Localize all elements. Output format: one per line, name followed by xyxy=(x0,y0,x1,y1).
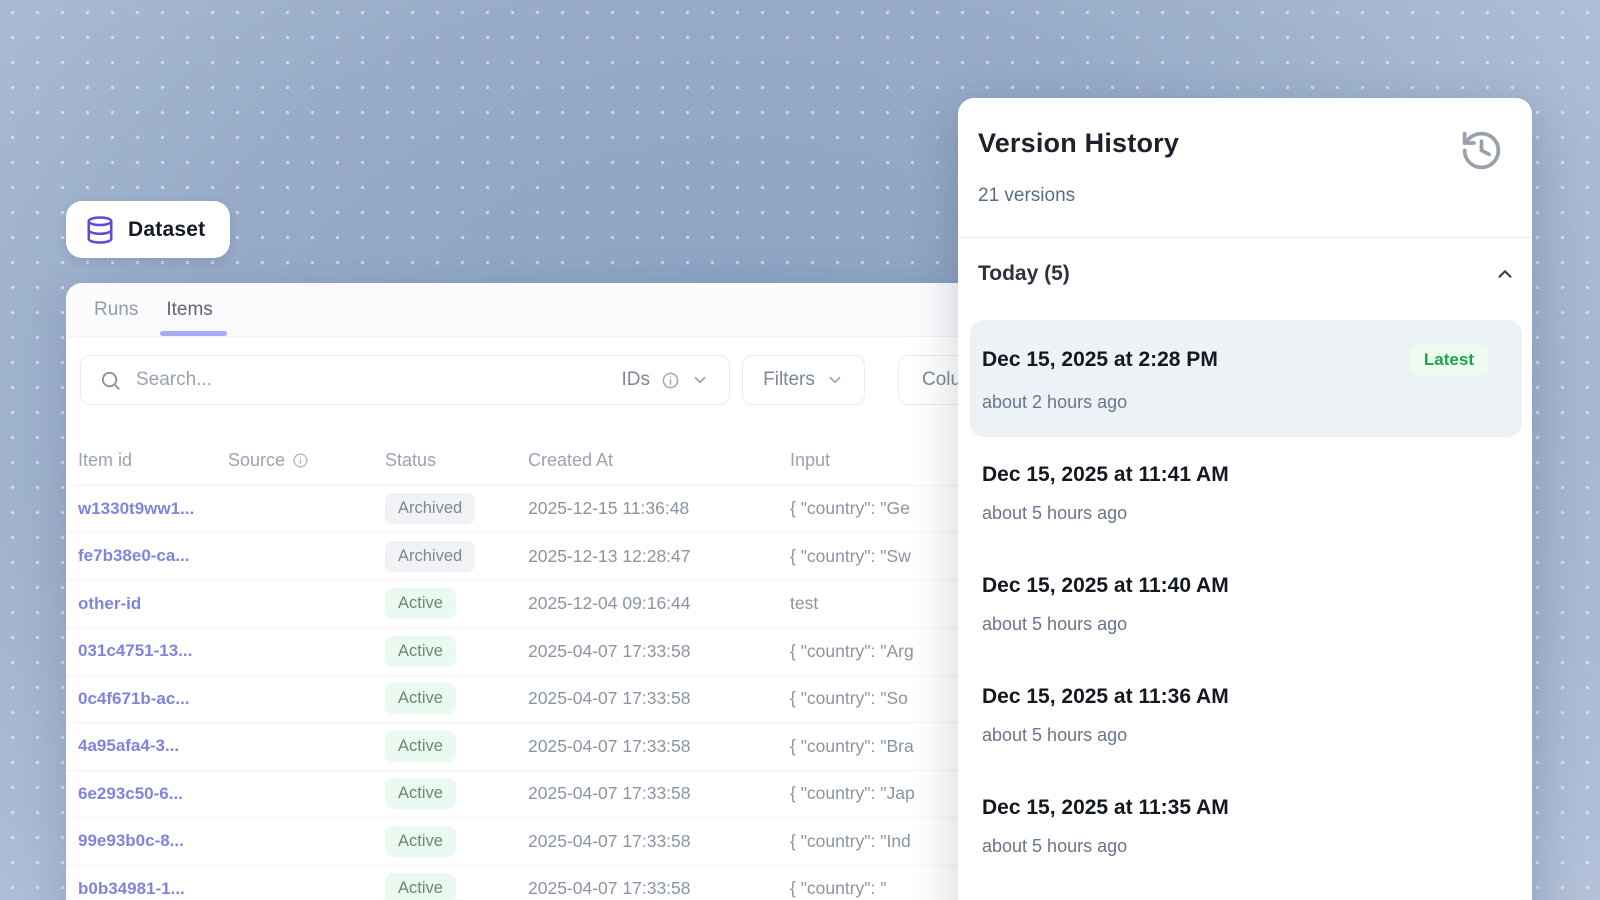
section-today-label: Today (5) xyxy=(978,262,1070,286)
chevron-down-icon xyxy=(826,371,844,389)
info-icon xyxy=(661,371,680,390)
version-date: Dec 15, 2025 at 11:35 AM xyxy=(982,796,1229,820)
created-at-cell: 2025-12-15 11:36:48 xyxy=(528,498,689,518)
item-id-link[interactable]: b0b34981-1... xyxy=(78,879,185,898)
section-today[interactable]: Today (5) xyxy=(978,262,1516,286)
version-count: 21 versions xyxy=(978,185,1504,207)
item-id-link[interactable]: 4a95afa4-3... xyxy=(78,736,179,755)
status-badge: Active xyxy=(385,778,456,809)
item-id-link[interactable]: 031c4751-13... xyxy=(78,641,192,660)
version-relative-time: about 5 hours ago xyxy=(982,614,1488,635)
filters-button[interactable]: Filters xyxy=(742,355,865,405)
ids-dropdown[interactable]: IDs xyxy=(622,369,710,391)
tab-items[interactable]: Items xyxy=(166,299,212,321)
created-at-cell: 2025-04-07 17:33:58 xyxy=(528,688,691,708)
status-badge: Archived xyxy=(385,493,475,524)
version-date: Dec 15, 2025 at 11:41 AM xyxy=(982,463,1229,487)
version-history-panel: Version History 21 versions Today (5) De… xyxy=(958,98,1532,900)
filters-label: Filters xyxy=(763,369,815,391)
status-badge: Active xyxy=(385,683,456,714)
created-at-cell: 2025-04-07 17:33:58 xyxy=(528,736,691,756)
status-badge: Active xyxy=(385,636,456,667)
database-icon xyxy=(85,215,115,245)
input-cell: { "country": "Arg xyxy=(790,641,914,661)
input-cell: { "country": "Ge xyxy=(790,498,910,518)
input-cell: { "country": "Bra xyxy=(790,736,914,756)
created-at-cell: 2025-04-07 17:33:58 xyxy=(528,641,691,661)
created-at-cell: 2025-04-07 17:33:58 xyxy=(528,831,691,851)
item-id-link[interactable]: 0c4f671b-ac... xyxy=(78,689,190,708)
item-id-link[interactable]: 99e93b0c-8... xyxy=(78,831,184,850)
column-header-status: Status xyxy=(385,450,528,471)
version-relative-time: about 5 hours ago xyxy=(982,836,1488,857)
version-date: Dec 15, 2025 at 11:40 AM xyxy=(982,574,1229,598)
search-box[interactable]: IDs xyxy=(80,355,730,405)
version-entry[interactable]: Dec 15, 2025 at 11:40 AM about 5 hours a… xyxy=(970,550,1522,659)
column-header-item-id: Item id xyxy=(78,450,228,471)
version-history-header: Version History 21 versions xyxy=(958,98,1532,238)
input-cell: { "country": "Sw xyxy=(790,546,911,566)
ids-label: IDs xyxy=(622,369,651,391)
input-cell: { "country": "Jap xyxy=(790,783,915,803)
history-icon xyxy=(1459,128,1504,173)
version-entry[interactable]: Dec 15, 2025 at 2:28 PM Latest about 2 h… xyxy=(970,320,1522,437)
input-cell: test xyxy=(790,593,818,613)
input-cell: { "country": " xyxy=(790,878,886,898)
input-cell: { "country": "So xyxy=(790,688,908,708)
column-header-source: Source xyxy=(228,450,385,471)
created-at-cell: 2025-12-13 12:28:47 xyxy=(528,546,691,566)
item-id-link[interactable]: other-id xyxy=(78,594,141,613)
status-badge: Archived xyxy=(385,541,475,572)
created-at-cell: 2025-04-07 17:33:58 xyxy=(528,783,691,803)
info-icon xyxy=(292,452,309,469)
version-date: Dec 15, 2025 at 2:28 PM xyxy=(982,348,1218,372)
item-id-link[interactable]: 6e293c50-6... xyxy=(78,784,183,803)
status-badge: Active xyxy=(385,826,456,857)
version-relative-time: about 5 hours ago xyxy=(982,725,1488,746)
search-icon xyxy=(99,369,122,392)
item-id-link[interactable]: fe7b38e0-ca... xyxy=(78,546,190,565)
created-at-cell: 2025-12-04 09:16:44 xyxy=(528,593,691,613)
column-header-created-at: Created At xyxy=(528,450,790,471)
version-date: Dec 15, 2025 at 11:36 AM xyxy=(982,685,1229,709)
version-list: Dec 15, 2025 at 2:28 PM Latest about 2 h… xyxy=(958,286,1532,881)
tab-runs[interactable]: Runs xyxy=(94,299,138,321)
version-entry[interactable]: Dec 15, 2025 at 11:36 AM about 5 hours a… xyxy=(970,661,1522,770)
version-relative-time: about 2 hours ago xyxy=(982,392,1488,413)
dataset-badge[interactable]: Dataset xyxy=(66,201,230,258)
search-input[interactable] xyxy=(136,369,608,391)
version-relative-time: about 5 hours ago xyxy=(982,503,1488,524)
status-badge: Active xyxy=(385,588,456,619)
item-id-link[interactable]: w1330t9ww1... xyxy=(78,499,194,518)
dataset-badge-label: Dataset xyxy=(128,218,205,242)
version-entry[interactable]: Dec 15, 2025 at 11:35 AM about 5 hours a… xyxy=(970,772,1522,881)
chevron-up-icon[interactable] xyxy=(1494,263,1516,285)
chevron-down-icon xyxy=(691,371,709,389)
version-history-title: Version History xyxy=(978,128,1179,159)
status-badge: Active xyxy=(385,731,456,762)
input-cell: { "country": "Ind xyxy=(790,831,911,851)
created-at-cell: 2025-04-07 17:33:58 xyxy=(528,878,691,898)
latest-badge: Latest xyxy=(1410,344,1488,376)
version-entry[interactable]: Dec 15, 2025 at 11:41 AM about 5 hours a… xyxy=(970,439,1522,548)
status-badge: Active xyxy=(385,873,456,900)
